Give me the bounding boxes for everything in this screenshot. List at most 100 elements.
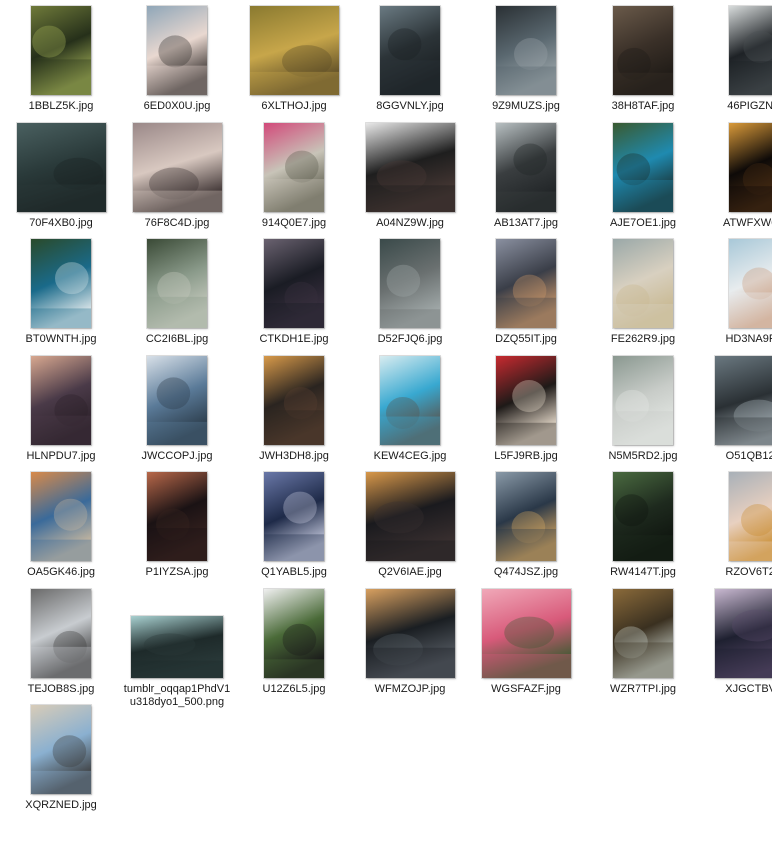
image-thumbnail-icon[interactable]	[264, 589, 324, 678]
image-thumbnail-icon[interactable]	[31, 6, 91, 95]
file-item[interactable]: tumblr_oqqap1PhdV1u318dyo1_500.png	[119, 586, 235, 709]
image-thumbnail-icon[interactable]	[147, 6, 207, 95]
image-thumbnail-icon[interactable]	[729, 123, 772, 212]
image-thumbnail-icon[interactable]	[264, 472, 324, 561]
file-name-label: XJGCTBV.jpg	[725, 683, 772, 695]
file-item[interactable]: 70F4XB0.jpg	[3, 120, 119, 230]
file-name-label: 9Z9MUZS.jpg	[492, 100, 560, 112]
file-item[interactable]: TEJOB8S.jpg	[3, 586, 119, 696]
image-thumbnail-icon[interactable]	[496, 472, 556, 561]
image-thumbnail-icon[interactable]	[496, 239, 556, 328]
image-thumbnail-icon[interactable]	[131, 616, 223, 678]
image-thumbnail-icon[interactable]	[496, 6, 556, 95]
file-item[interactable]: WGSFAZF.jpg	[468, 586, 584, 696]
image-thumbnail-icon[interactable]	[613, 123, 673, 212]
file-item[interactable]: 76F8C4D.jpg	[119, 120, 235, 230]
file-item[interactable]: O51QB12.jpg	[701, 353, 772, 463]
file-item[interactable]: JWCCOPJ.jpg	[119, 353, 235, 463]
file-name-label: 1BBLZ5K.jpg	[28, 100, 94, 112]
file-item[interactable]: ATWFXW6.jpg	[701, 120, 772, 230]
file-item[interactable]: 1BBLZ5K.jpg	[3, 3, 119, 113]
file-item[interactable]: AB13AT7.jpg	[468, 120, 584, 230]
image-thumbnail-icon[interactable]	[31, 356, 91, 445]
image-thumbnail-icon[interactable]	[380, 6, 440, 95]
file-item[interactable]: KEW4CEG.jpg	[352, 353, 468, 463]
image-thumbnail-icon[interactable]	[714, 356, 772, 445]
image-thumbnail-icon[interactable]	[380, 239, 440, 328]
file-item[interactable]: XJGCTBV.jpg	[701, 586, 772, 696]
file-item[interactable]: Q474JSZ.jpg	[468, 469, 584, 579]
image-thumbnail-icon[interactable]	[31, 472, 91, 561]
file-item[interactable]: CTKDH1E.jpg	[236, 236, 352, 346]
file-item[interactable]: HD3NA9P.jpg	[701, 236, 772, 346]
file-name-label: RW4147T.jpg	[610, 566, 676, 578]
image-thumbnail-icon[interactable]	[714, 589, 772, 678]
image-thumbnail-icon[interactable]	[264, 239, 324, 328]
file-item[interactable]: DZQ55IT.jpg	[468, 236, 584, 346]
file-item[interactable]: HLNPDU7.jpg	[3, 353, 119, 463]
image-thumbnail-icon[interactable]	[249, 6, 339, 95]
file-item[interactable]: A04NZ9W.jpg	[352, 120, 468, 230]
file-item[interactable]: 6XLTHOJ.jpg	[236, 3, 352, 113]
file-item[interactable]: JWH3DH8.jpg	[236, 353, 352, 463]
image-thumbnail-icon[interactable]	[31, 239, 91, 328]
file-item[interactable]: 38H8TAF.jpg	[585, 3, 701, 113]
image-thumbnail-icon[interactable]	[613, 239, 673, 328]
file-name-label: FE262R9.jpg	[610, 333, 676, 345]
image-thumbnail-icon[interactable]	[613, 356, 673, 445]
file-item[interactable]: WZR7TPI.jpg	[585, 586, 701, 696]
image-thumbnail-icon[interactable]	[365, 472, 455, 561]
image-thumbnail-icon[interactable]	[264, 123, 324, 212]
file-item[interactable]: D52FJQ6.jpg	[352, 236, 468, 346]
image-thumbnail-icon[interactable]	[365, 123, 455, 212]
file-name-label: BT0WNTH.jpg	[25, 333, 97, 345]
image-thumbnail-icon[interactable]	[147, 239, 207, 328]
file-item[interactable]: CC2I6BL.jpg	[119, 236, 235, 346]
file-item[interactable]: L5FJ9RB.jpg	[468, 353, 584, 463]
file-item[interactable]: 914Q0E7.jpg	[236, 120, 352, 230]
image-thumbnail-icon[interactable]	[264, 356, 324, 445]
image-thumbnail-icon[interactable]	[147, 356, 207, 445]
file-name-label: P1IYZSA.jpg	[145, 566, 209, 578]
file-name-label: DZQ55IT.jpg	[495, 333, 557, 345]
file-item[interactable]: Q1YABL5.jpg	[236, 469, 352, 579]
image-thumbnail-icon[interactable]	[481, 589, 571, 678]
file-item[interactable]: OA5GK46.jpg	[3, 469, 119, 579]
image-thumbnail-icon[interactable]	[729, 472, 772, 561]
image-thumbnail-icon[interactable]	[380, 356, 440, 445]
image-thumbnail-icon[interactable]	[147, 472, 207, 561]
file-item[interactable]: 6ED0X0U.jpg	[119, 3, 235, 113]
image-thumbnail-icon[interactable]	[613, 589, 673, 678]
image-thumbnail-icon[interactable]	[496, 356, 556, 445]
file-item[interactable]: XQRZNED.jpg	[3, 702, 119, 812]
file-item[interactable]: U12Z6L5.jpg	[236, 586, 352, 696]
file-item[interactable]: 8GGVNLY.jpg	[352, 3, 468, 113]
file-item[interactable]: RZOV6T2.jpg	[701, 469, 772, 579]
image-thumbnail-icon[interactable]	[31, 589, 91, 678]
file-item[interactable]: Q2V6IAE.jpg	[352, 469, 468, 579]
image-thumbnail-icon[interactable]	[16, 123, 106, 212]
file-name-label: 6ED0X0U.jpg	[143, 100, 211, 112]
file-item[interactable]: 46PIGZN.jpg	[701, 3, 772, 113]
file-item[interactable]: P1IYZSA.jpg	[119, 469, 235, 579]
file-item[interactable]: N5M5RD2.jpg	[585, 353, 701, 463]
file-item[interactable]: WFMZOJP.jpg	[352, 586, 468, 696]
image-thumbnail-icon[interactable]	[729, 6, 772, 95]
image-thumbnail-icon[interactable]	[613, 6, 673, 95]
file-item[interactable]: FE262R9.jpg	[585, 236, 701, 346]
file-item[interactable]: RW4147T.jpg	[585, 469, 701, 579]
image-thumbnail-icon[interactable]	[496, 123, 556, 212]
file-name-label: 70F4XB0.jpg	[29, 217, 93, 229]
image-thumbnail-icon[interactable]	[613, 472, 673, 561]
file-item[interactable]: AJE7OE1.jpg	[585, 120, 701, 230]
file-item[interactable]: 9Z9MUZS.jpg	[468, 3, 584, 113]
image-thumbnail-icon[interactable]	[132, 123, 222, 212]
image-thumbnail-icon[interactable]	[31, 705, 91, 794]
image-thumbnail-icon[interactable]	[729, 239, 772, 328]
file-item[interactable]: BT0WNTH.jpg	[3, 236, 119, 346]
file-name-label: 6XLTHOJ.jpg	[261, 100, 327, 112]
file-name-label: JWH3DH8.jpg	[259, 450, 329, 462]
file-name-label: 46PIGZN.jpg	[727, 100, 772, 112]
image-thumbnail-icon[interactable]	[365, 589, 455, 678]
file-name-label: Q474JSZ.jpg	[493, 566, 559, 578]
